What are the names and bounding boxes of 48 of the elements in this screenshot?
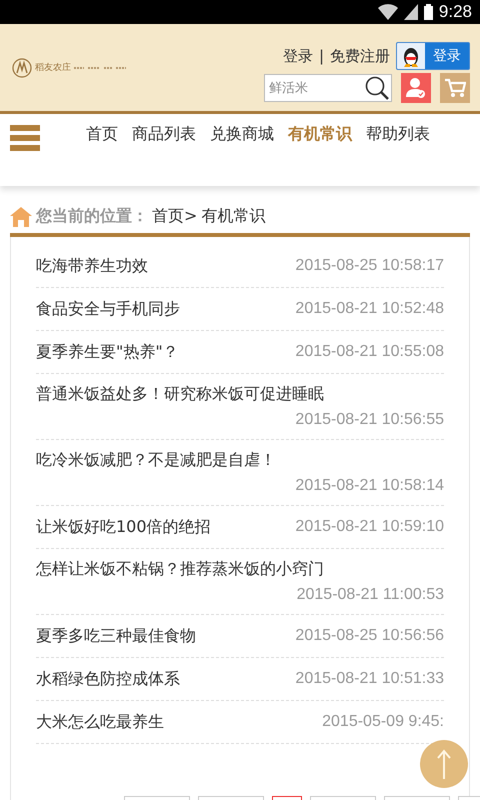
article-date: 2015-08-25 10:56:56 <box>295 627 444 645</box>
article-date: 2015-08-21 10:52:48 <box>295 300 444 318</box>
signal-icon <box>404 4 418 20</box>
status-time: 9:28 <box>438 2 472 22</box>
article-title[interactable]: 夏季养生要"热养"？ <box>36 342 179 362</box>
user-icon[interactable] <box>401 73 431 103</box>
article-title[interactable]: 夏季多吃三种最佳食物 <box>36 626 196 646</box>
article-title[interactable]: 水稻绿色防控成体系 <box>36 668 180 690</box>
article-title[interactable]: 怎样让米饭不粘锅？推荐蒸米饭的小窍门 <box>36 559 324 580</box>
search-icon[interactable] <box>364 75 390 101</box>
menu-icon[interactable] <box>10 125 40 151</box>
cart-icon[interactable] <box>440 73 470 103</box>
article-date: 2015-08-21 11:00:53 <box>296 586 444 604</box>
nav-tab[interactable]: 商品列表 <box>132 124 196 145</box>
qq-login-button[interactable]: 登录 <box>396 42 470 70</box>
article-date: 2015-08-21 10:55:08 <box>295 343 444 361</box>
logo-icon <box>12 58 32 78</box>
slogan-drawing <box>74 64 126 70</box>
article-date: 2015-08-21 10:56:55 <box>295 411 444 429</box>
login-link[interactable]: 登录 <box>282 46 313 66</box>
article-date: 2015-08-21 10:59:10 <box>295 518 444 536</box>
article-date: 2015-05-09 9:45: <box>322 713 444 731</box>
penguin-icon <box>402 45 420 67</box>
article-date: 2015-08-21 10:58:14 <box>295 477 444 495</box>
breadcrumb-link[interactable]: 首页> <box>152 206 198 227</box>
back-to-top-button[interactable] <box>420 740 468 788</box>
article-title[interactable]: 食品安全与手机同步 <box>36 298 180 320</box>
breadcrumb-label: 您当前的位置： <box>36 206 148 227</box>
article-title[interactable]: 吃冷米饭减肥？不是减肥是自虐！ <box>36 450 276 471</box>
search-field[interactable]: 鲜活米 <box>264 74 392 102</box>
battery-icon <box>424 4 433 20</box>
article-title[interactable]: 普通米饭益处多！研究称米饭可促进睡眠 <box>36 384 324 405</box>
up-arrow-icon <box>437 749 451 779</box>
article-title[interactable]: 大米怎么吃最养生 <box>36 712 164 732</box>
link-separator: | <box>318 47 324 65</box>
brand-name: 稻友农庄 <box>35 62 71 74</box>
nav-tab[interactable]: 兑换商城 <box>210 124 274 145</box>
article-date: 2015-08-21 10:51:33 <box>295 670 444 688</box>
article-title[interactable]: 吃海带养生功效 <box>36 256 148 276</box>
register-link[interactable]: 免费注册 <box>330 46 390 66</box>
nav-tab[interactable]: 首页 <box>86 124 118 145</box>
home-icon <box>10 206 32 226</box>
nav-tab[interactable]: 帮助列表 <box>366 124 430 145</box>
article-title[interactable]: 让米饭好吃100倍的绝招 <box>36 516 211 538</box>
wifi-icon <box>378 4 398 20</box>
article-date: 2015-08-25 10:58:17 <box>295 257 444 275</box>
breadcrumb-current: 有机常识 <box>201 206 266 227</box>
nav-tab[interactable]: 有机常识 <box>288 124 352 145</box>
